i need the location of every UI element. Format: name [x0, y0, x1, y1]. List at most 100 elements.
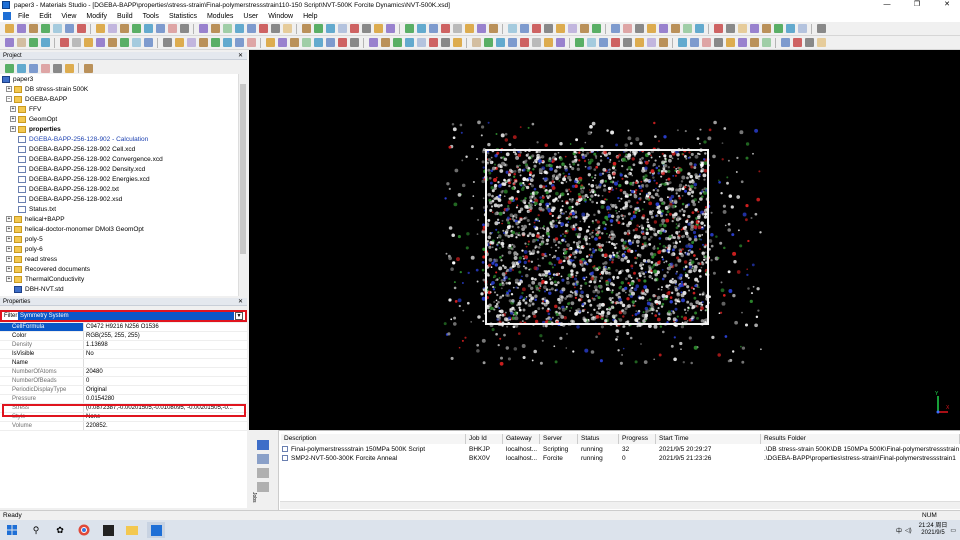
tree-scrollbar[interactable]: [238, 74, 247, 296]
toolbar-button-icon[interactable]: [222, 24, 232, 33]
toolbar-button-icon[interactable]: [131, 38, 141, 47]
tree-item[interactable]: + helical+BAPP: [6, 214, 65, 224]
toolbar-button-icon[interactable]: [404, 38, 414, 47]
toolbar-button-icon[interactable]: [780, 38, 790, 47]
job-cell[interactable]: 2021/9/5 20:29:27: [656, 445, 761, 454]
property-row[interactable]: Color RGB(255, 255, 255): [0, 332, 247, 341]
toolbar-button-icon[interactable]: [440, 24, 450, 33]
toolbar-button-icon[interactable]: [107, 38, 117, 47]
toolbar-button-icon[interactable]: [682, 24, 692, 33]
tree-item[interactable]: + properties: [10, 124, 61, 134]
toolbar-button-icon[interactable]: [476, 24, 486, 33]
expand-icon[interactable]: +: [10, 126, 16, 132]
property-row[interactable]: NumberOfAtoms 20480: [0, 368, 247, 377]
tree-item[interactable]: + poly-6: [6, 244, 43, 254]
toolbar-button-icon[interactable]: [222, 38, 232, 47]
job-cell[interactable]: localhost...: [503, 454, 540, 463]
toolbar-button-icon[interactable]: [804, 38, 814, 47]
toolbar-button-icon[interactable]: [471, 38, 481, 47]
property-value[interactable]: 0: [84, 377, 247, 385]
toolbar-button-icon[interactable]: [179, 24, 189, 33]
toolbar-button-icon[interactable]: [634, 38, 644, 47]
toolbar-button-icon[interactable]: [404, 24, 414, 33]
toolbar-button-icon[interactable]: [713, 38, 723, 47]
toolbar-button-icon[interactable]: [71, 38, 81, 47]
column-header[interactable]: Gateway: [503, 434, 540, 444]
job-cell[interactable]: .\DGEBA-BAPP\properties\stress-strain\Fi…: [761, 454, 960, 463]
toolbar-button-icon[interactable]: [59, 38, 69, 47]
job-cell[interactable]: running: [578, 454, 619, 463]
tree-item[interactable]: Status.txt: [10, 204, 56, 214]
toolbar-button-icon[interactable]: [40, 24, 50, 33]
toolbar-button-icon[interactable]: [313, 38, 323, 47]
tree-item[interactable]: + read stress: [6, 254, 57, 264]
toolbar-button-icon[interactable]: [761, 24, 771, 33]
menu-tools[interactable]: Tools: [138, 13, 164, 20]
menu-edit[interactable]: Edit: [34, 13, 56, 20]
toolbar-button-icon[interactable]: [416, 38, 426, 47]
filter-select[interactable]: Symmetry System: [18, 312, 234, 320]
toolbar-button-icon[interactable]: [83, 63, 93, 73]
tree-item[interactable]: − DGEBA-BAPP: [6, 94, 67, 104]
tree-item[interactable]: DGEBA-BAPP-256-128-902 Energies.xcd: [10, 174, 150, 184]
property-row[interactable]: PeriodicDisplayType Original: [0, 386, 247, 395]
expand-icon[interactable]: +: [6, 216, 12, 222]
toolbar-button-icon[interactable]: [52, 63, 62, 73]
toolbar-button-icon[interactable]: [289, 38, 299, 47]
toolbar-button-icon[interactable]: [234, 24, 244, 33]
property-value[interactable]: RGB(255, 255, 255): [84, 332, 247, 340]
toolbar-button-icon[interactable]: [4, 63, 14, 73]
jobs-scrollbar[interactable]: [280, 501, 960, 509]
job-cell[interactable]: SMP2-NVT-500-300K Forcite Anneal: [288, 454, 466, 463]
toolbar-button-icon[interactable]: [373, 24, 383, 33]
job-cell[interactable]: Forcite: [540, 454, 578, 463]
column-header[interactable]: Results Folder: [761, 434, 960, 444]
menu-user[interactable]: User: [238, 13, 263, 20]
job-cell[interactable]: 2021/9/5 21:23:26: [656, 454, 761, 463]
toolbar-button-icon[interactable]: [361, 24, 371, 33]
toolbar-button-icon[interactable]: [610, 24, 620, 33]
property-value[interactable]: 220852.: [84, 422, 247, 430]
toolbar-button-icon[interactable]: [452, 24, 462, 33]
property-row[interactable]: Volume 220852.: [0, 422, 247, 431]
toolbar-button-icon[interactable]: [246, 24, 256, 33]
toolbar-button-icon[interactable]: [265, 38, 275, 47]
toolbar-button-icon[interactable]: [301, 38, 311, 47]
toolbar-button-icon[interactable]: [385, 24, 395, 33]
tree-item[interactable]: + Recovered documents: [6, 264, 90, 274]
tree-item[interactable]: + ThermalConductivity: [6, 274, 84, 284]
toolbar-button-icon[interactable]: [519, 24, 529, 33]
chevron-down-icon[interactable]: ▼: [235, 312, 243, 320]
tree-item[interactable]: + DB stress-strain 500K: [6, 84, 88, 94]
toolbar-button-icon[interactable]: [622, 38, 632, 47]
toolbar-button-icon[interactable]: [174, 38, 184, 47]
chrome-icon[interactable]: [75, 522, 93, 538]
toolbar-button-icon[interactable]: [40, 38, 50, 47]
expand-icon[interactable]: +: [6, 266, 12, 272]
property-value[interactable]: No: [84, 350, 247, 358]
toolbar-button-icon[interactable]: [761, 38, 771, 47]
property-row[interactable]: NumberOfBeads 0: [0, 377, 247, 386]
toolbar-button-icon[interactable]: [658, 24, 668, 33]
job-cell[interactable]: Final-polymerstressstrain 150MPa 500K Sc…: [288, 445, 466, 454]
toolbar-button-icon[interactable]: [40, 63, 50, 73]
toolbar-button-icon[interactable]: [325, 24, 335, 33]
folder-icon[interactable]: [123, 522, 141, 538]
toolbar-button-icon[interactable]: [258, 24, 268, 33]
property-row[interactable]: Density 1.13698: [0, 341, 247, 350]
menu-view[interactable]: View: [56, 13, 81, 20]
close-button[interactable]: ✕: [934, 0, 960, 10]
toolbar-button-icon[interactable]: [488, 24, 498, 33]
toolbar-button-icon[interactable]: [119, 24, 129, 33]
toolbar-button-icon[interactable]: [64, 63, 74, 73]
toolbar-button-icon[interactable]: [392, 38, 402, 47]
toolbar-button-icon[interactable]: [4, 38, 14, 47]
toolbar-button-icon[interactable]: [143, 24, 153, 33]
toolbar-button-icon[interactable]: [713, 24, 723, 33]
toolbar-button-icon[interactable]: [313, 24, 323, 33]
job-cell[interactable]: BHKJP: [466, 445, 503, 454]
toolbar-button-icon[interactable]: [16, 24, 26, 33]
toolbar-button-icon[interactable]: [670, 24, 680, 33]
expand-icon[interactable]: +: [10, 106, 16, 112]
toolbar-button-icon[interactable]: [282, 24, 292, 33]
